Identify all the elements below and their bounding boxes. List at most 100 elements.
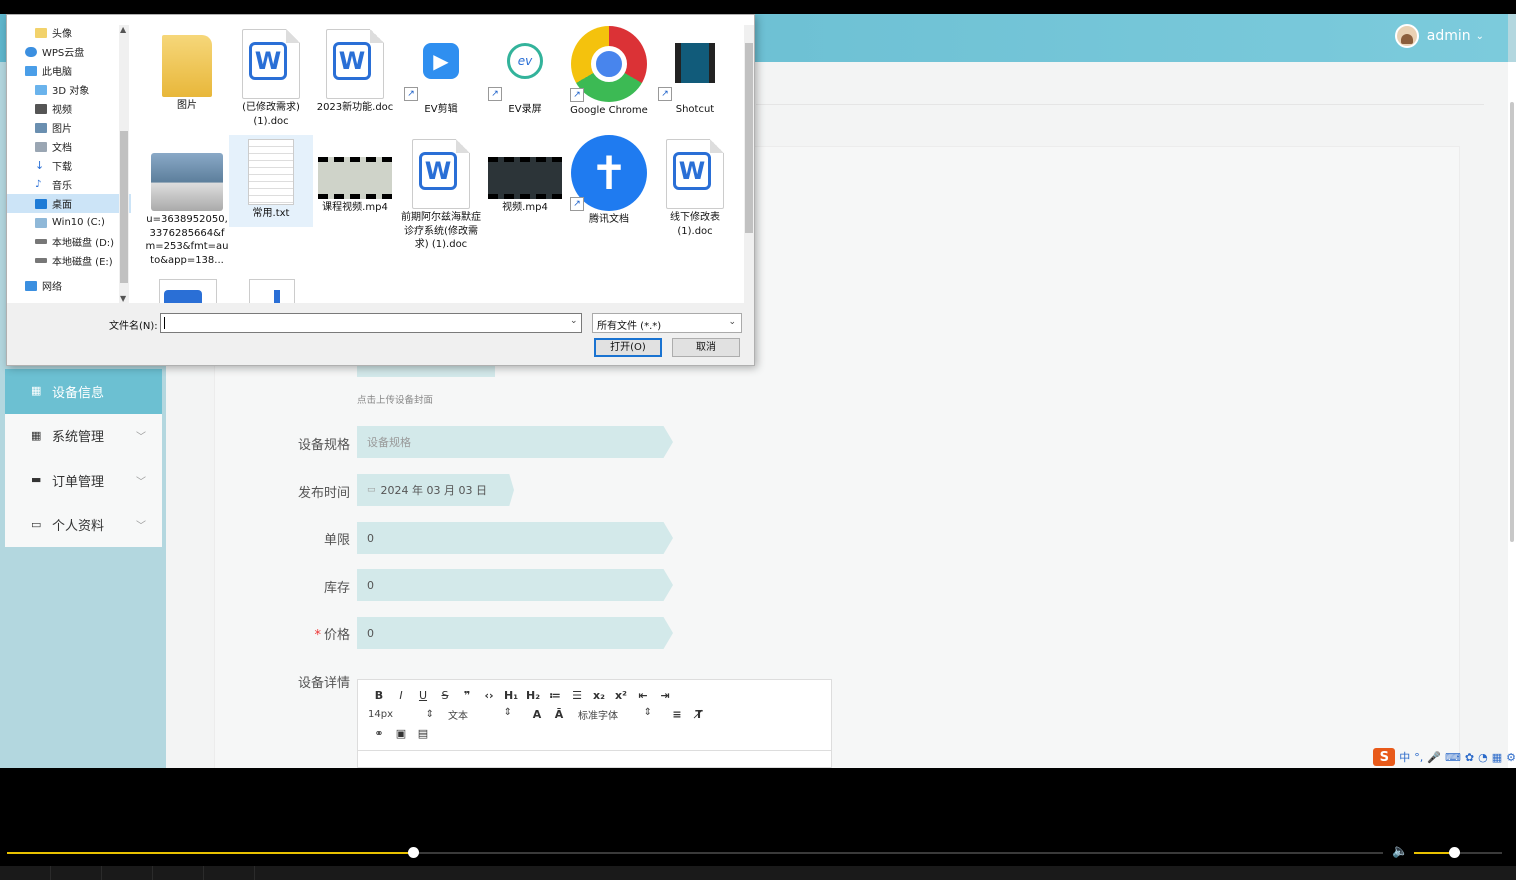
nav-item-avatar[interactable]: 头像 bbox=[7, 23, 131, 42]
skin-icon[interactable]: ✿ bbox=[1465, 751, 1474, 764]
nav-item-pictures[interactable]: 图片 bbox=[7, 118, 131, 137]
keyboard-icon[interactable]: ⌨ bbox=[1445, 751, 1461, 764]
nav-item-drive-d[interactable]: 本地磁盘 (D:) bbox=[7, 232, 131, 251]
nav-item-documents[interactable]: 文档 bbox=[7, 137, 131, 156]
grid-icon: ▦ bbox=[31, 428, 42, 442]
clear-format-icon[interactable]: T̸ bbox=[688, 708, 710, 721]
font-family-select[interactable]: 标准字体 ⇕ bbox=[578, 707, 652, 722]
scroll-up-icon[interactable]: ▲ bbox=[120, 25, 126, 34]
toolbox-icon[interactable]: ▦ bbox=[1492, 751, 1502, 764]
limit-input[interactable]: 0 bbox=[357, 522, 673, 554]
ordered-list-icon[interactable]: ≔ bbox=[544, 689, 566, 702]
link-icon[interactable]: ⚭ bbox=[368, 727, 390, 740]
file-item[interactable]: ev ↗ EV录屏 bbox=[483, 25, 567, 117]
chevron-down-icon[interactable]: ⌄ bbox=[570, 316, 578, 326]
nav-item-music[interactable]: ♪ 音乐 bbox=[7, 175, 131, 194]
file-item[interactable]: 视频.mp4 bbox=[483, 135, 567, 215]
video-icon[interactable]: ▤ bbox=[412, 727, 434, 740]
ime-toolbar[interactable]: S 中 °, 🎤 ⌨ ✿ ◔ ▦ ⚙ bbox=[1373, 748, 1516, 766]
italic-button[interactable]: I bbox=[390, 689, 412, 702]
cancel-button[interactable]: 取消 bbox=[672, 338, 740, 357]
nav-scrollbar[interactable]: ▲ ▼ bbox=[119, 25, 129, 303]
font-size-select[interactable]: 14px ⇕ bbox=[368, 709, 434, 720]
sidebar-item-profile[interactable]: ▭ 个人资料 ﹀ bbox=[5, 502, 162, 547]
file-item[interactable]: 常用.txt bbox=[229, 135, 313, 227]
scrollbar-thumb[interactable] bbox=[745, 43, 753, 233]
profile-icon: ▭ bbox=[31, 517, 42, 531]
filetype-select[interactable]: 所有文件 (*.*) ⌄ bbox=[592, 313, 742, 333]
image-icon[interactable]: ▣ bbox=[390, 727, 412, 740]
scrollbar-thumb[interactable] bbox=[1510, 102, 1514, 542]
file-item[interactable]: ↗ Google Chrome bbox=[567, 25, 651, 118]
user-menu[interactable]: admin ⌄ bbox=[1394, 24, 1484, 48]
underline-button[interactable]: U bbox=[412, 689, 434, 702]
sidebar-item-system[interactable]: ▦ 系统管理 ﹀ bbox=[5, 413, 162, 458]
open-button[interactable]: 打开(O) bbox=[594, 338, 662, 357]
date-picker[interactable]: ▭ 2024 年 03 月 03 日 bbox=[357, 474, 514, 506]
bold-button[interactable]: B bbox=[368, 689, 390, 702]
code-icon[interactable]: ‹› bbox=[478, 689, 500, 702]
price-input[interactable]: 0 bbox=[357, 617, 673, 649]
bullet-list-icon[interactable]: ☰ bbox=[566, 689, 588, 702]
file-item[interactable]: W 2023新功能.doc bbox=[313, 25, 397, 115]
nav-item-drive-c[interactable]: Win10 (C:) bbox=[7, 213, 131, 232]
volume-icon[interactable]: 🔈 bbox=[1392, 844, 1408, 859]
file-item[interactable]: W (已修改需求)(1).doc bbox=[229, 25, 313, 128]
font-color-icon[interactable]: A bbox=[526, 708, 548, 721]
align-icon[interactable]: ≡ bbox=[666, 708, 688, 721]
nav-item-network[interactable]: 网络 bbox=[7, 276, 131, 295]
toolbar-slot[interactable] bbox=[153, 866, 204, 880]
seek-handle[interactable] bbox=[407, 847, 419, 858]
emoji-icon[interactable]: ◔ bbox=[1478, 751, 1488, 764]
page-scrollbar[interactable] bbox=[1508, 62, 1516, 768]
partial-file-item[interactable] bbox=[249, 279, 295, 303]
block-type-select[interactable]: 文本 ⇕ bbox=[448, 707, 512, 722]
file-item[interactable]: u=3638952050,3376285664&fm=253&fmt=auto&… bbox=[145, 135, 229, 267]
superscript-button[interactable]: x² bbox=[610, 689, 632, 702]
file-item[interactable]: ↗ Shotcut bbox=[653, 25, 737, 117]
toolbar-slot[interactable] bbox=[0, 866, 51, 880]
volume-handle[interactable] bbox=[1448, 847, 1460, 858]
nav-item-wps-cloud[interactable]: WPS云盘 bbox=[7, 42, 131, 61]
microphone-icon[interactable]: 🎤 bbox=[1427, 751, 1441, 764]
toolbar-slot[interactable] bbox=[204, 866, 255, 880]
sidebar-item-orders[interactable]: ▬ 订单管理 ﹀ bbox=[5, 458, 162, 503]
ime-lang[interactable]: 中 bbox=[1399, 749, 1410, 765]
file-item[interactable]: W 线下修改表(1).doc bbox=[653, 135, 737, 238]
shortcut-arrow-icon: ↗ bbox=[570, 88, 584, 102]
file-list-scrollbar[interactable] bbox=[744, 25, 754, 303]
file-name: 前期阿尔兹海默症诊疗系统(修改需求) (1).doc bbox=[401, 212, 481, 250]
scrollbar-thumb[interactable] bbox=[120, 131, 128, 283]
indent-icon[interactable]: ⇥ bbox=[654, 689, 676, 702]
nav-item-desktop[interactable]: 桌面 bbox=[7, 194, 131, 213]
file-item[interactable]: ✝ ↗ 腾讯文档 bbox=[567, 135, 651, 227]
h1-button[interactable]: H₁ bbox=[500, 689, 522, 702]
background-color-icon[interactable]: Ā bbox=[548, 708, 570, 721]
toolbar-slot[interactable] bbox=[51, 866, 102, 880]
scroll-down-icon[interactable]: ▼ bbox=[120, 294, 126, 303]
file-item[interactable]: ▶ ↗ EV剪辑 bbox=[399, 25, 483, 117]
toolbar-slot[interactable] bbox=[102, 866, 153, 880]
h2-button[interactable]: H₂ bbox=[522, 689, 544, 702]
filename-input[interactable] bbox=[160, 313, 582, 333]
quote-icon[interactable]: ❞ bbox=[456, 689, 478, 702]
nav-item-downloads[interactable]: ↓ 下载 bbox=[7, 156, 131, 175]
file-item[interactable]: W 前期阿尔兹海默症诊疗系统(修改需求) (1).doc bbox=[399, 135, 483, 252]
strike-button[interactable]: S bbox=[434, 689, 456, 702]
stock-input[interactable]: 0 bbox=[357, 569, 673, 601]
file-item[interactable]: 课程视频.mp4 bbox=[313, 135, 397, 215]
rich-text-editor[interactable]: B I U S ❞ ‹› H₁ H₂ ≔ ☰ x₂ x² ⇤ ⇥ 14px ⇕ 文… bbox=[357, 679, 832, 768]
nav-item-drive-e[interactable]: 本地磁盘 (E:) bbox=[7, 251, 131, 270]
nav-item-videos[interactable]: 视频 bbox=[7, 99, 131, 118]
file-item[interactable]: 图片 bbox=[145, 25, 229, 113]
spec-input[interactable]: 设备规格 bbox=[357, 426, 673, 458]
partial-file-item[interactable] bbox=[159, 279, 217, 303]
settings-icon[interactable]: ⚙ bbox=[1506, 751, 1516, 764]
punctuation-icon[interactable]: °, bbox=[1414, 751, 1423, 764]
seek-bar[interactable] bbox=[7, 852, 1383, 854]
sidebar-item-device-info[interactable]: ▦ 设备信息 bbox=[5, 369, 162, 414]
nav-item-this-pc[interactable]: 此电脑 bbox=[7, 61, 131, 80]
subscript-button[interactable]: x₂ bbox=[588, 689, 610, 702]
outdent-icon[interactable]: ⇤ bbox=[632, 689, 654, 702]
nav-item-3d[interactable]: 3D 对象 bbox=[7, 80, 131, 99]
